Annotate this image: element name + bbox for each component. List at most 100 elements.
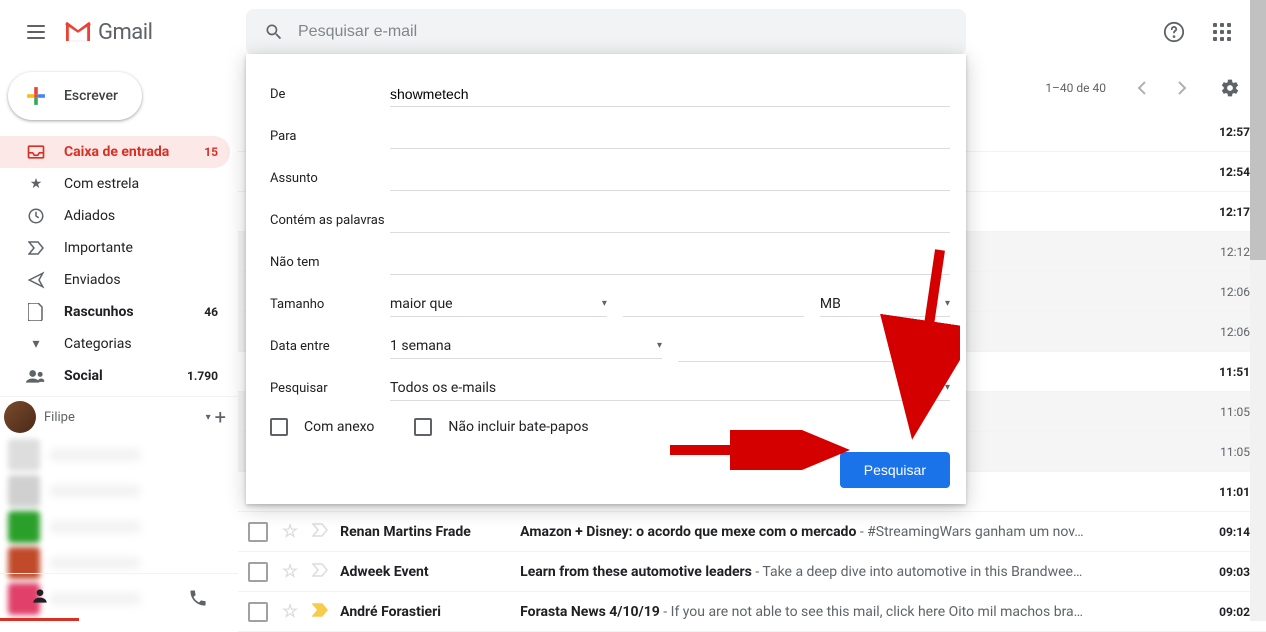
gear-icon	[1220, 78, 1240, 98]
prev-page-button[interactable]	[1122, 68, 1162, 108]
important-icon	[26, 241, 46, 255]
search-input[interactable]	[294, 23, 958, 41]
advanced-search-panel: De Para Assunto Contém as palavras Não t…	[246, 54, 966, 504]
sidebar-item-important[interactable]: Importante	[0, 232, 230, 264]
exclude-chats-checkbox[interactable]: Não incluir bate-papos	[414, 418, 588, 436]
from-input[interactable]	[390, 82, 950, 107]
next-page-button[interactable]	[1162, 68, 1202, 108]
star-toggle[interactable]: ☆	[282, 521, 298, 542]
size-value-input[interactable]	[623, 292, 804, 317]
apps-button[interactable]	[1202, 12, 1242, 52]
email-time: 11:51	[1190, 365, 1250, 379]
subject-input[interactable]	[390, 166, 950, 191]
compose-button[interactable]: Escrever	[8, 72, 142, 120]
has-words-label: Contém as palavras	[270, 213, 390, 228]
checkbox-icon	[270, 418, 288, 436]
clock-icon	[26, 207, 46, 225]
sidebar-item-sent[interactable]: Enviados	[0, 264, 230, 296]
email-time: 11:05	[1190, 405, 1250, 419]
search-submit-button[interactable]: Pesquisar	[840, 452, 950, 488]
apps-grid-icon	[1213, 23, 1231, 41]
important-marker[interactable]	[312, 523, 328, 541]
calendar-icon	[932, 334, 950, 357]
contact-item[interactable]	[0, 509, 238, 545]
search-in-label: Pesquisar	[270, 381, 390, 396]
email-time: 12:57	[1190, 125, 1250, 139]
drafts-icon	[26, 303, 46, 321]
hangouts-phone-tab[interactable]	[159, 574, 238, 621]
hangouts-username[interactable]: Filipe	[44, 410, 204, 425]
email-sender: Adweek Event	[340, 564, 520, 580]
chevron-down-icon: ▾	[657, 340, 662, 351]
email-sender: Renan Martins Frade	[340, 524, 520, 540]
inbox-icon	[26, 142, 46, 162]
scrollbar-thumb[interactable]	[1250, 0, 1266, 260]
email-time: 12:06	[1190, 285, 1250, 299]
sidebar-item-starred[interactable]: ★ Com estrela	[0, 168, 230, 200]
chevron-down-icon: ▾	[945, 382, 950, 393]
email-time: 11:05	[1190, 445, 1250, 459]
star-toggle[interactable]: ☆	[282, 561, 298, 582]
user-avatar[interactable]	[4, 401, 36, 433]
has-words-input[interactable]	[390, 208, 950, 233]
email-subject: Learn from these automotive leaders - Ta…	[520, 564, 1174, 580]
add-contact-button[interactable]: +	[211, 401, 230, 433]
doesnt-have-input[interactable]	[390, 250, 950, 275]
pagination-count: 1–40 de 40	[1045, 81, 1106, 95]
star-toggle[interactable]: ☆	[282, 601, 298, 622]
main-menu-button[interactable]	[12, 8, 60, 56]
chevron-down-icon: ▾	[26, 336, 46, 352]
email-time: 09:03	[1190, 565, 1250, 579]
size-operator-select[interactable]: maior que ▾	[390, 292, 607, 317]
compose-label: Escrever	[64, 88, 118, 104]
select-checkbox[interactable]	[248, 602, 268, 622]
search-icon[interactable]	[254, 12, 294, 52]
has-attachment-checkbox[interactable]: Com anexo	[270, 418, 374, 436]
sidebar-item-inbox[interactable]: Caixa de entrada 15	[0, 136, 230, 168]
email-sender: André Forastieri	[340, 604, 520, 620]
people-icon	[26, 369, 46, 383]
scrollbar[interactable]	[1250, 0, 1266, 621]
email-row[interactable]: ☆ André Forastieri Forasta News 4/10/19 …	[238, 592, 1266, 632]
sidebar-item-social[interactable]: Social 1.790	[0, 360, 230, 392]
settings-button[interactable]	[1210, 68, 1250, 108]
contact-item[interactable]	[0, 437, 238, 473]
email-time: 12:06	[1190, 325, 1250, 339]
hangouts-contacts-tab[interactable]	[0, 574, 79, 621]
select-checkbox[interactable]	[248, 562, 268, 582]
gmail-logo[interactable]: Gmail	[64, 20, 152, 45]
date-picker[interactable]	[678, 330, 950, 362]
size-label: Tamanho	[270, 297, 390, 312]
search-bar[interactable]	[246, 9, 966, 55]
chevron-down-icon: ▾	[602, 298, 607, 309]
email-row[interactable]: ☆ Renan Martins Frade Amazon + Disney: o…	[238, 512, 1266, 552]
subject-label: Assunto	[270, 171, 390, 186]
sidebar-item-snoozed[interactable]: Adiados	[0, 200, 230, 232]
date-range-select[interactable]: 1 semana ▾	[390, 334, 662, 359]
size-unit-select[interactable]: MB ▾	[820, 292, 950, 317]
email-row[interactable]: ☆ Adweek Event Learn from these automoti…	[238, 552, 1266, 592]
contact-item[interactable]	[0, 473, 238, 509]
sent-icon	[26, 271, 46, 289]
email-time: 12:12	[1190, 245, 1250, 259]
chevron-left-icon	[1137, 81, 1147, 95]
important-marker[interactable]	[312, 563, 328, 581]
person-icon	[30, 586, 50, 606]
important-marker[interactable]	[312, 603, 328, 621]
search-in-select[interactable]: Todos os e-mails ▾	[390, 376, 950, 401]
help-button[interactable]	[1154, 12, 1194, 52]
gmail-envelope-icon	[64, 21, 92, 43]
plus-icon	[20, 80, 52, 112]
sidebar-item-drafts[interactable]: Rascunhos 46	[0, 296, 230, 328]
email-time: 09:02	[1190, 605, 1250, 619]
star-icon: ★	[26, 176, 46, 192]
email-time: 12:17	[1190, 205, 1250, 219]
sidebar-item-categories[interactable]: ▾ Categorias	[0, 328, 230, 360]
email-time: 09:14	[1190, 525, 1250, 539]
select-checkbox[interactable]	[248, 522, 268, 542]
phone-icon	[188, 588, 208, 608]
email-time: 11:01	[1190, 485, 1250, 499]
to-input[interactable]	[390, 124, 950, 149]
email-time: 12:54	[1190, 165, 1250, 179]
email-subject: Forasta News 4/10/19 - If you are not ab…	[520, 604, 1174, 620]
